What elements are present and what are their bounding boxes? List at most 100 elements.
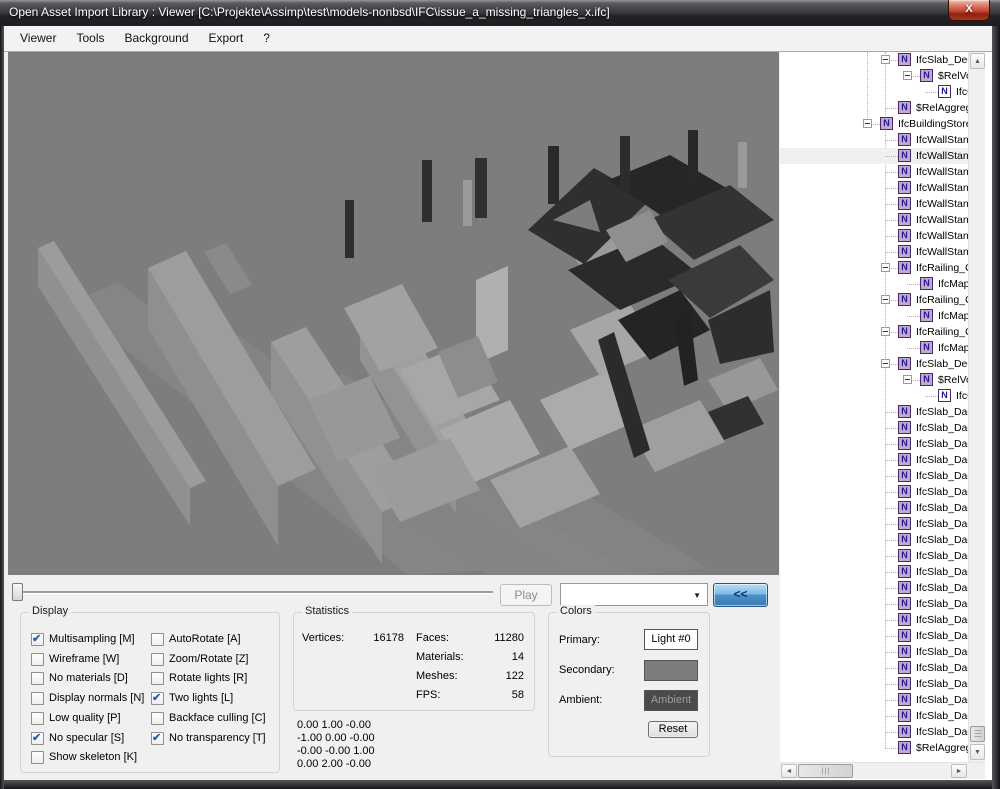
checkbox-label[interactable]: Backface culling [C] <box>169 712 266 724</box>
tree-row[interactable]: N$RelAggreg <box>780 740 968 756</box>
play-button[interactable]: Play <box>500 584 552 606</box>
tree-row[interactable]: NIfcWallStan <box>780 180 968 196</box>
expand-collapse-box[interactable] <box>881 55 890 64</box>
menu-item-export[interactable]: Export <box>199 26 254 50</box>
tree-row[interactable]: NIfcRailing_G <box>780 260 968 276</box>
checkbox-label[interactable]: Display normals [N] <box>49 692 144 704</box>
close-button[interactable]: X <box>948 0 990 21</box>
checkbox-label[interactable]: Multisampling [M] <box>49 633 135 645</box>
checkbox-unchecked[interactable] <box>31 751 44 764</box>
tree-row[interactable]: NIfcWallStan <box>780 132 968 148</box>
tree-row[interactable]: NIfcSlab_Dac <box>780 596 968 612</box>
tree-row[interactable]: NIfcSlab_Dac <box>780 564 968 580</box>
checkbox-unchecked[interactable] <box>31 712 44 725</box>
tree-row[interactable]: NIfcMapp <box>780 276 968 292</box>
animation-combo-box[interactable]: ▼ <box>560 583 708 606</box>
tree-row[interactable]: N$RelVoi <box>780 372 968 388</box>
tree-horizontal-scrollbar[interactable]: ◄ ► <box>780 762 985 779</box>
expand-collapse-box[interactable] <box>881 359 890 368</box>
tree-row[interactable]: NIfcBuildingStorey <box>780 116 968 132</box>
timeline-slider-track[interactable] <box>13 591 493 594</box>
tree-row[interactable]: NIfcWallStan <box>780 212 968 228</box>
viewport-3d[interactable] <box>8 52 779 575</box>
checkbox-unchecked[interactable] <box>151 672 164 685</box>
checkbox-checked[interactable]: ✔ <box>151 692 164 705</box>
checkbox-unchecked[interactable] <box>151 712 164 725</box>
tree-row[interactable]: NIfcMapp <box>780 340 968 356</box>
scroll-up-button[interactable]: ▲ <box>970 53 985 69</box>
menu-item-background[interactable]: Background <box>114 26 198 50</box>
checkbox-unchecked[interactable] <box>31 692 44 705</box>
checkbox-label[interactable]: AutoRotate [A] <box>169 633 241 645</box>
tree-row[interactable]: NIfcWallStan <box>780 196 968 212</box>
scroll-down-button[interactable]: ▼ <box>970 744 985 760</box>
tree-row[interactable]: NIfcSlab_Dac <box>780 452 968 468</box>
expand-collapse-box[interactable] <box>881 295 890 304</box>
secondary-color-swatch[interactable] <box>644 660 698 681</box>
checkbox-label[interactable]: No transparency [T] <box>169 732 266 744</box>
tree-row[interactable]: NIfcWallStan <box>780 164 968 180</box>
tree-row[interactable]: NIfcSlab_Dac <box>780 644 968 660</box>
checkbox-unchecked[interactable] <box>151 633 164 646</box>
tree-row[interactable]: NIfcSlab_Dac <box>780 516 968 532</box>
vertical-scroll-thumb[interactable] <box>970 726 985 742</box>
scroll-right-button[interactable]: ► <box>951 764 967 778</box>
tree-row[interactable]: NIfcSlab_Dac <box>780 548 968 564</box>
reset-colors-button[interactable]: Reset <box>648 721 698 738</box>
tree-row[interactable]: NIfcSlab_Dac <box>780 676 968 692</box>
tree-row[interactable]: NIfcWallStan <box>780 148 968 164</box>
collapse-panel-button[interactable]: << <box>713 583 768 607</box>
tree-row[interactable]: NIfcSlab_Dac <box>780 724 968 740</box>
tree-row[interactable]: NIfcSlab_Dac <box>780 660 968 676</box>
checkbox-checked[interactable]: ✔ <box>31 633 44 646</box>
tree-row[interactable]: NIfcSlab_Dac <box>780 532 968 548</box>
tree-row[interactable]: NIfcC <box>780 84 968 100</box>
checkbox-label[interactable]: Rotate lights [R] <box>169 672 247 684</box>
tree-row[interactable]: N$RelAggreg <box>780 100 968 116</box>
tree-row[interactable]: NIfcSlab_Dec <box>780 52 968 68</box>
tree-row[interactable]: NIfcSlab_Dac <box>780 692 968 708</box>
checkbox-unchecked[interactable] <box>31 653 44 666</box>
expand-collapse-box[interactable] <box>881 263 890 272</box>
tree-row[interactable]: NIfcRailing_G <box>780 292 968 308</box>
tree-row[interactable]: NIfcMapp <box>780 308 968 324</box>
tree-row[interactable]: NIfcSlab_Dac <box>780 484 968 500</box>
tree-row[interactable]: NIfcC <box>780 388 968 404</box>
expand-collapse-box[interactable] <box>903 375 912 384</box>
checkbox-unchecked[interactable] <box>31 672 44 685</box>
tree-row[interactable]: NIfcSlab_Dec <box>780 356 968 372</box>
tree-row[interactable]: NIfcSlab_Dac <box>780 500 968 516</box>
menu-item-tools[interactable]: Tools <box>66 26 114 50</box>
checkbox-label[interactable]: Two lights [L] <box>169 692 233 704</box>
checkbox-label[interactable]: No specular [S] <box>49 732 124 744</box>
scroll-left-button[interactable]: ◄ <box>781 764 797 778</box>
tree-row[interactable]: NIfcWallStan <box>780 228 968 244</box>
checkbox-label[interactable]: Show skeleton [K] <box>49 751 137 763</box>
horizontal-scroll-thumb[interactable] <box>798 764 853 778</box>
checkbox-checked[interactable]: ✔ <box>31 732 44 745</box>
ambient-color-swatch[interactable]: Ambient <box>644 690 698 711</box>
expand-collapse-box[interactable] <box>881 327 890 336</box>
tree-row[interactable]: NIfcSlab_Dac <box>780 436 968 452</box>
tree-row[interactable]: N$RelVoi <box>780 68 968 84</box>
tree-row[interactable]: NIfcSlab_Dac <box>780 612 968 628</box>
title-bar[interactable]: Open Asset Import Library : Viewer [C:\P… <box>0 0 1000 26</box>
menu-item-[interactable]: ? <box>253 26 280 50</box>
tree-row[interactable]: NIfcWallStan <box>780 244 968 260</box>
checkbox-label[interactable]: Wireframe [W] <box>49 653 119 665</box>
menu-item-viewer[interactable]: Viewer <box>10 26 66 50</box>
checkbox-checked[interactable]: ✔ <box>151 732 164 745</box>
checkbox-label[interactable]: No materials [D] <box>49 672 128 684</box>
tree-row[interactable]: NIfcSlab_Dac <box>780 420 968 436</box>
tree-row[interactable]: NIfcSlab_Dac <box>780 580 968 596</box>
tree-row[interactable]: NIfcSlab_Dac <box>780 628 968 644</box>
tree-row[interactable]: NIfcSlab_Dac <box>780 708 968 724</box>
checkbox-unchecked[interactable] <box>151 653 164 666</box>
checkbox-label[interactable]: Zoom/Rotate [Z] <box>169 653 248 665</box>
expand-collapse-box[interactable] <box>863 119 872 128</box>
timeline-slider-thumb[interactable] <box>12 583 23 601</box>
tree-vertical-scrollbar[interactable]: ▲ ▼ <box>968 52 985 762</box>
checkbox-label[interactable]: Low quality [P] <box>49 712 121 724</box>
primary-color-swatch[interactable]: Light #0 <box>644 629 698 650</box>
tree-row[interactable]: NIfcRailing_G <box>780 324 968 340</box>
